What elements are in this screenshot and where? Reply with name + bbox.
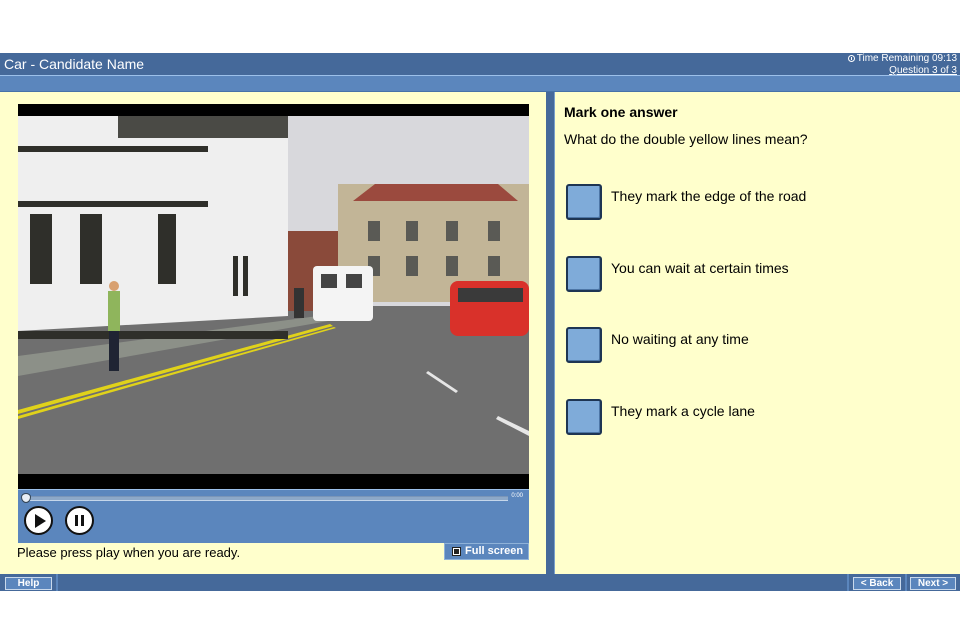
answer-label: You can wait at certain times [611, 260, 789, 276]
back-button[interactable]: < Back [853, 577, 901, 590]
fullscreen-icon [452, 547, 461, 556]
answer-option[interactable]: You can wait at certain times [566, 256, 946, 294]
timer-panel: Time Remaining 09:13 Question 3 of 3 [847, 53, 957, 77]
theory-test-app: Car - Candidate Name Time Remaining 09:1… [0, 53, 960, 591]
timecode: 0:00 [511, 493, 523, 499]
pause-icon [75, 515, 84, 526]
seek-bar[interactable] [21, 493, 508, 503]
play-button[interactable] [24, 506, 53, 535]
fullscreen-button[interactable]: Full screen [444, 543, 529, 560]
answer-label: They mark the edge of the road [611, 188, 807, 204]
play-hint: Please press play when you are ready. [17, 545, 241, 560]
panel-divider [546, 92, 555, 574]
answer-option[interactable]: No waiting at any time [566, 327, 946, 365]
footer-separator [56, 574, 58, 591]
instruction: Mark one answer [564, 104, 678, 120]
video-player[interactable] [18, 104, 529, 489]
title-bar: Car - Candidate Name Time Remaining 09:1… [0, 53, 960, 76]
answer-label: No waiting at any time [611, 331, 749, 347]
answer-checkbox[interactable] [566, 399, 602, 435]
answer-checkbox[interactable] [566, 327, 602, 363]
street-scene-image [18, 116, 529, 474]
video-panel: 0:00 Please press play when you are read… [0, 92, 545, 574]
seek-handle[interactable] [21, 493, 31, 503]
video-frame [18, 116, 529, 474]
footer-separator [905, 574, 907, 591]
answer-option[interactable]: They mark the edge of the road [566, 184, 946, 222]
footer-bar: Help < Back Next > [0, 574, 960, 591]
video-controls: 0:00 [18, 489, 529, 543]
answer-checkbox[interactable] [566, 184, 602, 220]
question-text: What do the double yellow lines mean? [564, 131, 808, 147]
question-panel: Mark one answer What do the double yello… [555, 92, 960, 574]
pause-button[interactable] [65, 506, 94, 535]
clock-icon [847, 55, 855, 62]
answer-checkbox[interactable] [566, 256, 602, 292]
sub-bar [0, 76, 960, 92]
play-icon [35, 514, 46, 528]
app-title: Car - Candidate Name [4, 56, 145, 72]
help-button[interactable]: Help [5, 577, 52, 590]
footer-separator [847, 574, 849, 591]
answer-label: They mark a cycle lane [611, 403, 755, 419]
next-button[interactable]: Next > [910, 577, 956, 590]
time-remaining: Time Remaining 09:13 [856, 53, 957, 64]
fullscreen-label: Full screen [465, 545, 524, 557]
answer-option[interactable]: They mark a cycle lane [566, 399, 946, 437]
